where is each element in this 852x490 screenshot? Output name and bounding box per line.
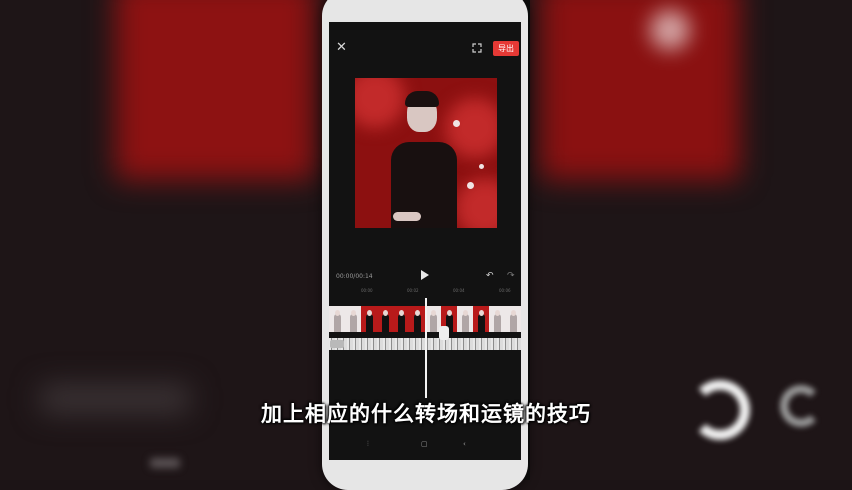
track-frame <box>329 306 345 332</box>
play-icon[interactable] <box>421 270 429 280</box>
audio-track-label <box>330 340 344 348</box>
track-frame <box>505 306 521 332</box>
ruler-tick: 00:06 <box>499 288 511 293</box>
person-hair <box>405 91 439 107</box>
timeline-ruler: 00:00 00:02 00:04 00:06 <box>329 288 521 296</box>
undo-icon[interactable]: ↶ <box>486 271 494 281</box>
track-frame <box>473 306 489 332</box>
ruler-tick: 00:04 <box>453 288 465 293</box>
preview-glow <box>455 178 497 228</box>
ruler-tick: 00:02 <box>407 288 419 293</box>
background-blob <box>650 10 690 50</box>
track-frame <box>345 306 361 332</box>
background-blob <box>115 0 315 180</box>
ruler-tick: 00:00 <box>361 288 373 293</box>
delete-icon[interactable]: ▢ <box>421 440 428 448</box>
background-blob <box>540 0 740 180</box>
track-frame <box>361 306 377 332</box>
track-frame <box>377 306 393 332</box>
back-icon[interactable]: ‹ <box>463 440 466 448</box>
track-frame <box>457 306 473 332</box>
timecode: 00:00/00:14 <box>336 273 373 280</box>
sparkle <box>467 182 474 189</box>
playhead[interactable] <box>425 298 427 398</box>
video-preview[interactable] <box>355 78 497 228</box>
sparkle <box>453 120 460 127</box>
video-editor-screen: ✕ 导出 00:00/00:14 ↶ ↷ 00:00 00:02 00:04 0… <box>329 22 521 460</box>
fullscreen-icon[interactable] <box>472 43 482 53</box>
background-blob <box>150 458 180 468</box>
editor-topbar: ✕ 导出 <box>329 22 521 70</box>
sparkle <box>479 164 484 169</box>
preview-glow <box>355 78 405 128</box>
track-frame <box>409 306 425 332</box>
export-button[interactable]: 导出 <box>493 41 519 56</box>
split-icon[interactable]: ⫶ <box>367 440 369 449</box>
track-frame <box>393 306 409 332</box>
track-frame <box>489 306 505 332</box>
redo-icon[interactable]: ↷ <box>507 271 515 281</box>
close-icon[interactable]: ✕ <box>336 41 347 54</box>
playhead-handle[interactable] <box>439 326 449 340</box>
person-hand <box>393 212 421 221</box>
video-subtitle: 加上相应的什么转场和运镜的技巧 <box>261 402 591 426</box>
